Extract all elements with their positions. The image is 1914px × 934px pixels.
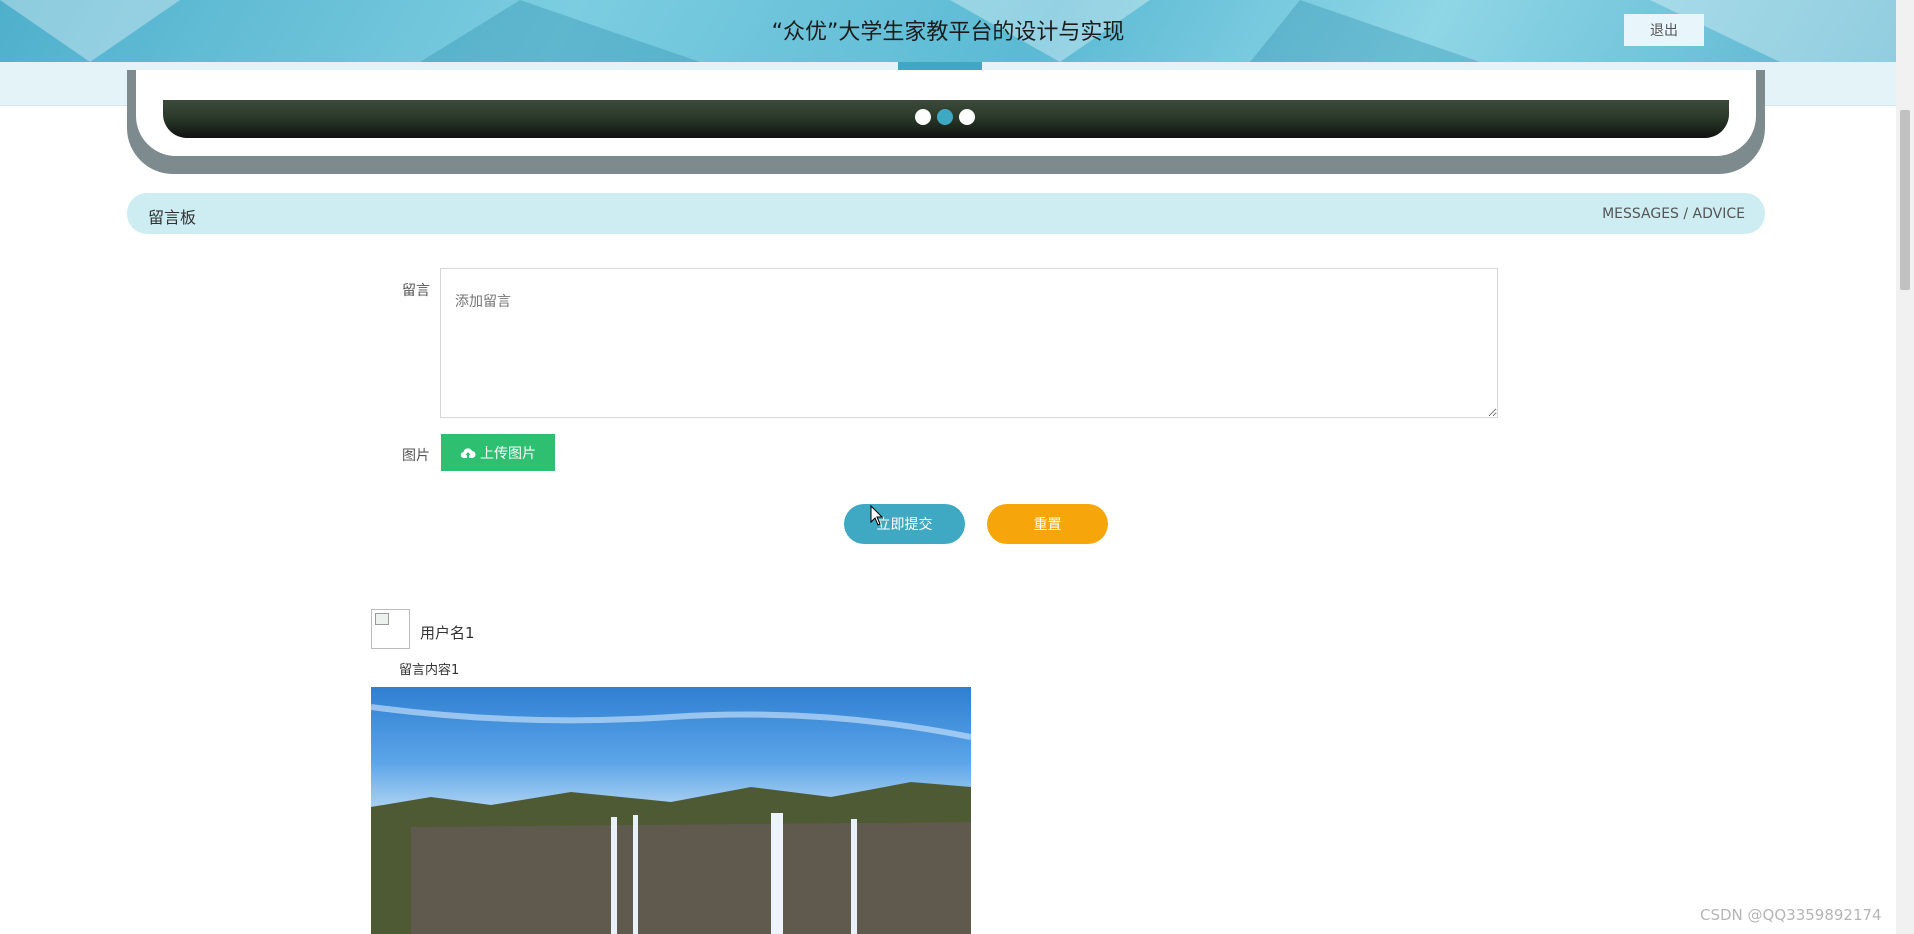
carousel-dot[interactable] xyxy=(915,109,931,125)
watermark: CSDN @QQ3359892174 xyxy=(1700,906,1882,924)
scrollbar-thumb[interactable] xyxy=(1900,110,1910,290)
carousel-dot[interactable] xyxy=(959,109,975,125)
section-subtitle: MESSAGES / ADVICE xyxy=(1602,206,1745,222)
upload-image-button[interactable]: 上传图片 xyxy=(441,434,555,471)
reset-button[interactable]: 重置 xyxy=(987,504,1108,544)
logout-button[interactable]: 退出 xyxy=(1624,14,1704,46)
section-title: 留言板 xyxy=(148,208,197,227)
message-content: 留言内容1 xyxy=(399,663,460,678)
waterfall-image xyxy=(371,704,971,934)
mouse-cursor-icon xyxy=(870,505,884,526)
message-label: 留言 xyxy=(402,283,430,299)
header: “众优”大学生家教平台的设计与实现 退出 xyxy=(0,0,1896,62)
carousel-dots xyxy=(915,109,975,125)
site-title: “众优”大学生家教平台的设计与实现 xyxy=(771,20,1125,45)
image-label: 图片 xyxy=(402,448,430,464)
carousel-dot-active[interactable] xyxy=(937,109,953,125)
scrollbar[interactable] xyxy=(1896,0,1914,934)
message-username: 用户名1 xyxy=(420,624,475,642)
avatar xyxy=(371,609,410,649)
submit-button[interactable]: 立即提交 xyxy=(844,504,965,544)
upload-label: 上传图片 xyxy=(480,444,536,461)
message-textarea[interactable] xyxy=(440,268,1498,418)
section-header: 留言板 MESSAGES / ADVICE xyxy=(127,193,1765,234)
cloud-upload-icon xyxy=(460,447,476,458)
message-image xyxy=(371,687,971,934)
